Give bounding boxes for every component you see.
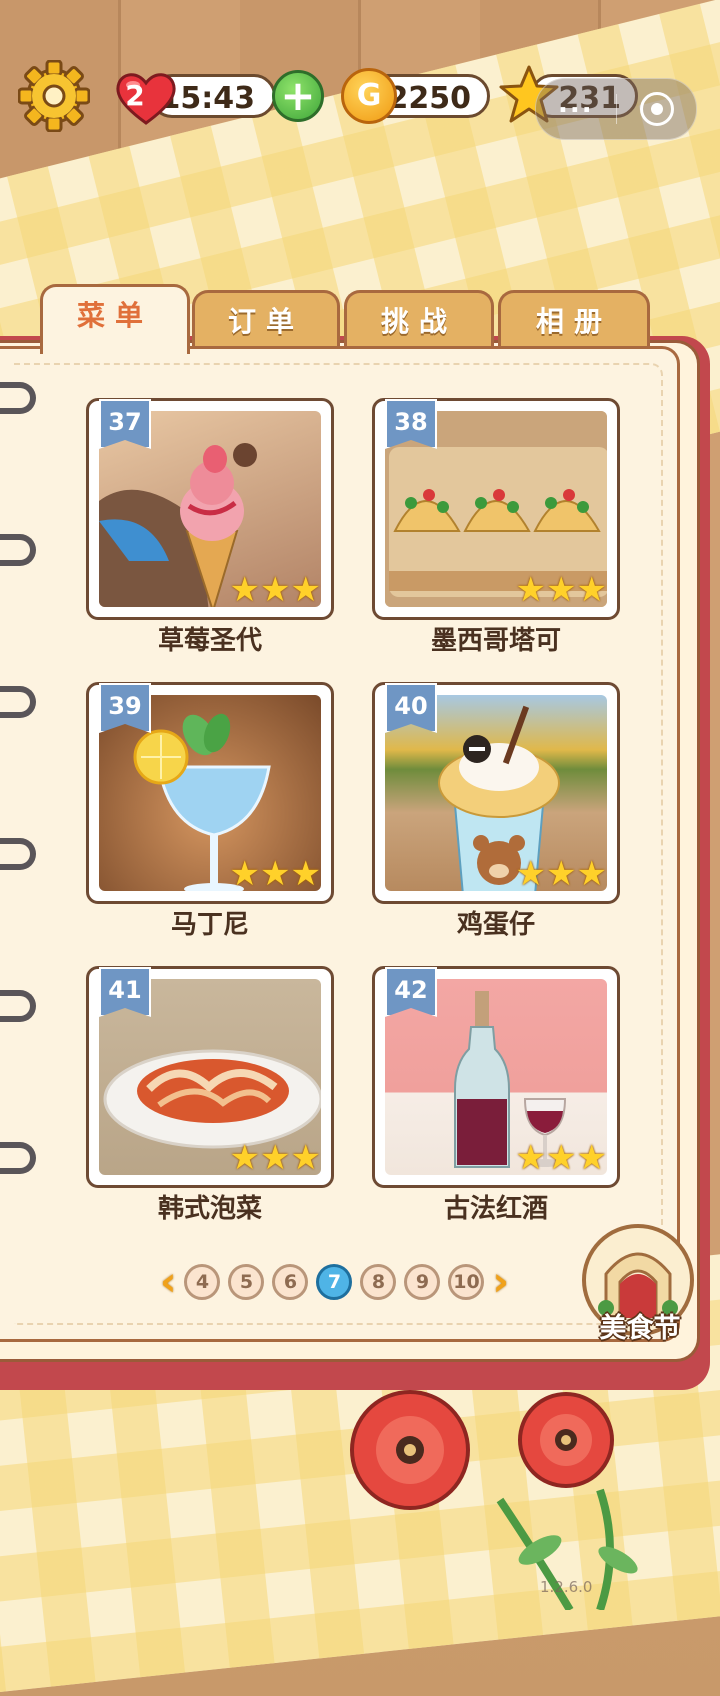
tab-menu[interactable]: 菜单 xyxy=(40,284,190,354)
star-rating: ★ ★ ★ xyxy=(516,573,607,607)
food-festival-button[interactable]: 美食节 xyxy=(578,1224,702,1354)
heart-icon: 2 xyxy=(113,67,179,127)
recipe-name: 马丁尼 xyxy=(170,910,249,940)
next-page-arrow-icon[interactable]: › xyxy=(492,1262,508,1302)
tab-album[interactable]: 相册 xyxy=(498,290,650,352)
more-menu-button[interactable]: ... xyxy=(558,89,594,119)
star-icon: ★ xyxy=(576,854,607,894)
current-page-button[interactable]: 7 xyxy=(316,1264,353,1300)
recipe-name: 古法红酒 xyxy=(443,1194,548,1224)
star-icon: ★ xyxy=(290,854,321,894)
star-rating: ★ ★ ★ xyxy=(230,573,321,607)
mini-program-capsule: ... xyxy=(535,78,697,140)
binder-ring xyxy=(0,1142,36,1174)
recipe-card[interactable]: 38 ★ ★ ★ xyxy=(372,398,620,620)
pagination: ‹ 4 5 6 7 8 9 10 › xyxy=(160,1262,509,1302)
star-icon: ★ xyxy=(576,570,607,610)
top-status-bar: 15:43 2 + 2250 G 231 ... xyxy=(0,60,720,140)
gold-amount: 2250 xyxy=(387,81,472,116)
star-rating: ★ ★ ★ xyxy=(516,1141,607,1175)
add-lives-button[interactable]: + xyxy=(272,70,324,122)
version-text: 1.2.6.0 xyxy=(540,1578,593,1596)
recipe-card[interactable]: 42 ★ ★ ★ xyxy=(372,966,620,1188)
recipe-card[interactable]: 37 ★ ★ ★ xyxy=(86,398,334,620)
binder-ring xyxy=(0,838,36,870)
recipe-name: 墨西哥塔可 xyxy=(430,626,561,656)
star-icon: ★ xyxy=(515,854,547,894)
star-icon: ★ xyxy=(515,1138,547,1178)
star-icon: ★ xyxy=(229,570,261,610)
star-icon: ★ xyxy=(546,570,577,610)
recipe-name: 草莓圣代 xyxy=(157,626,262,656)
settings-gear-icon[interactable] xyxy=(18,60,90,132)
star-icon: ★ xyxy=(515,570,547,610)
recipe-card[interactable]: 40 ★ ★ ★ xyxy=(372,682,620,904)
page-button[interactable]: 5 xyxy=(228,1264,265,1300)
star-icon: ★ xyxy=(546,1138,577,1178)
star-icon: ★ xyxy=(260,854,291,894)
star-icon: ★ xyxy=(290,1138,321,1178)
recipe-name: 鸡蛋仔 xyxy=(456,910,535,940)
star-rating: ★ ★ ★ xyxy=(516,857,607,891)
star-icon: ★ xyxy=(260,570,291,610)
recipe-name: 韩式泡菜 xyxy=(157,1194,262,1224)
star-icon: ★ xyxy=(576,1138,607,1178)
decorative-flowers-icon xyxy=(350,1390,638,1610)
tab-challenge[interactable]: 挑战 xyxy=(344,290,494,352)
star-icon: ★ xyxy=(229,854,261,894)
recipe-card[interactable]: 39 ★ ★ ★ xyxy=(86,682,334,904)
page-button[interactable]: 6 xyxy=(272,1264,309,1300)
star-icon: ★ xyxy=(260,1138,291,1178)
food-festival-label: 美食节 xyxy=(599,1313,681,1344)
page-button[interactable]: 10 xyxy=(448,1264,485,1300)
recipe-card[interactable]: 41 ★ ★ ★ xyxy=(86,966,334,1188)
page-button[interactable]: 4 xyxy=(184,1264,221,1300)
tab-orders[interactable]: 订单 xyxy=(192,290,340,352)
binder-ring xyxy=(0,382,36,414)
binder-ring xyxy=(0,534,36,566)
star-rating: ★ ★ ★ xyxy=(230,857,321,891)
star-icon: ★ xyxy=(229,1138,261,1178)
star-icon: ★ xyxy=(290,570,321,610)
star-rating: ★ ★ ★ xyxy=(230,1141,321,1175)
capsule-divider xyxy=(616,94,617,124)
page-button[interactable]: 9 xyxy=(404,1264,441,1300)
binder-ring xyxy=(0,990,36,1022)
close-target-icon[interactable] xyxy=(640,92,674,126)
lives-count: 2 xyxy=(125,79,145,112)
gold-coin-icon: G xyxy=(341,68,397,124)
star-icon: ★ xyxy=(546,854,577,894)
prev-page-arrow-icon[interactable]: ‹ xyxy=(160,1262,176,1302)
page-button[interactable]: 8 xyxy=(360,1264,397,1300)
binder-ring xyxy=(0,686,36,718)
